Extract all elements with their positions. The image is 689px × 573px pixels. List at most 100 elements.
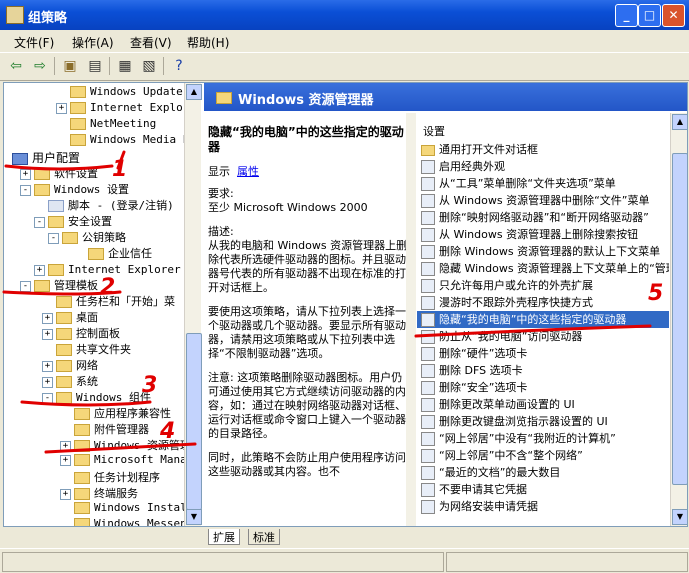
tree-item[interactable]: + Internet Explor — [56, 101, 184, 117]
folder-icon — [56, 328, 72, 340]
setting-item[interactable]: 删除“映射网络驱动器”和“断开网络驱动器” — [417, 209, 669, 226]
collapse-icon[interactable]: - — [20, 280, 31, 292]
setting-item[interactable]: 隐藏 Windows 资源管理器上下文菜单上的“管理” — [417, 260, 669, 277]
expand-icon[interactable]: + — [42, 312, 53, 324]
menu-help[interactable]: 帮助(H) — [187, 34, 229, 51]
tree-item[interactable]: Windows Install — [74, 501, 184, 517]
setting-item[interactable]: 删除 Windows 资源管理器的默认上下文菜单 — [417, 243, 669, 260]
collapse-icon[interactable]: - — [48, 232, 59, 244]
setting-item-selected[interactable]: 隐藏“我的电脑”中的这些指定的驱动器 — [417, 311, 669, 328]
setting-item[interactable]: 删除更改菜单动画设置的 UI — [417, 396, 669, 413]
tab-extended[interactable]: 扩展 — [208, 529, 240, 545]
tab-standard[interactable]: 标准 — [248, 529, 280, 545]
tree-scrollbar[interactable]: ▲ ▼ — [184, 83, 202, 526]
tree-item[interactable]: - 公钥策略 — [48, 229, 126, 245]
expand-icon[interactable]: + — [20, 168, 31, 180]
tree-item[interactable]: + 软件设置 — [20, 165, 98, 181]
tree-item[interactable]: 附件管理器 — [74, 421, 149, 437]
expand-icon[interactable]: + — [60, 488, 71, 500]
expand-icon[interactable]: + — [34, 264, 45, 276]
expand-icon[interactable]: + — [42, 328, 53, 340]
settings-column-header[interactable]: 设置 — [417, 123, 669, 139]
setting-item[interactable]: 启用经典外观 — [417, 158, 669, 175]
collapse-icon[interactable]: - — [34, 216, 45, 228]
properties-icon[interactable]: ▦ — [115, 56, 135, 76]
folder-icon — [70, 86, 86, 98]
settings-scroll-track[interactable]: ▲ ▼ — [671, 113, 688, 526]
scroll-down-arrow-icon[interactable]: ▼ — [672, 509, 688, 525]
tree-item[interactable]: + Microsoft Manag — [60, 453, 184, 469]
tree-item[interactable]: Windows Messeng — [74, 517, 184, 526]
expand-icon[interactable]: + — [60, 454, 71, 466]
setting-item[interactable]: 删除“安全”选项卡 — [417, 379, 669, 396]
tree-item[interactable]: 用户配置 — [12, 149, 80, 165]
tree-item[interactable]: - Windows 组件 — [42, 389, 151, 405]
setting-item[interactable]: 删除 DFS 选项卡 — [417, 362, 669, 379]
collapse-icon[interactable]: - — [42, 392, 53, 404]
setting-item[interactable]: 从“工具”菜单删除“文件夹选项”菜单 — [417, 175, 669, 192]
tree-item[interactable]: - 安全设置 — [34, 213, 112, 229]
setting-item[interactable]: 删除“硬件”选项卡 — [417, 345, 669, 362]
expand-icon[interactable]: + — [56, 102, 67, 114]
tree-item[interactable]: 任务计划程序 — [74, 469, 160, 485]
menu-view[interactable]: 查看(V) — [130, 34, 172, 51]
tree-item[interactable]: 应用程序兼容性 — [74, 405, 171, 421]
up-folder-icon[interactable]: ▣ — [60, 56, 80, 76]
scroll-down-arrow-icon[interactable]: ▼ — [186, 509, 202, 525]
back-arrow-icon[interactable]: ⇦ — [6, 56, 26, 76]
tree-item-label: 管理模板 — [54, 279, 98, 292]
menu-action[interactable]: 操作(A) — [72, 34, 114, 51]
tree-item[interactable]: - 管理模板 — [20, 277, 98, 293]
setting-item[interactable]: “最近的文档”的最大数目 — [417, 464, 669, 481]
description-scrollbar[interactable] — [406, 113, 416, 526]
close-button[interactable]: ✕ — [662, 4, 685, 27]
menu-file[interactable]: 文件(F) — [14, 34, 54, 51]
tree-item[interactable]: + 系统 — [42, 373, 98, 389]
show-hide-tree-icon[interactable]: ▤ — [85, 56, 105, 76]
tree-item[interactable]: + Internet Explorer 维 — [34, 261, 184, 277]
tree-item[interactable]: Windows Media Pl — [70, 133, 184, 149]
tree-scroll-thumb[interactable] — [186, 333, 202, 510]
setting-item[interactable]: 删除更改键盘浏览指示器设置的 UI — [417, 413, 669, 430]
tree-item[interactable]: 共享文件夹 — [56, 341, 131, 357]
tree-item[interactable]: - Windows 设置 — [20, 181, 129, 197]
tree-item[interactable]: 企业信任 — [88, 245, 152, 261]
tree-item[interactable]: + 控制面板 — [42, 325, 120, 341]
help-icon[interactable]: ? — [169, 56, 189, 76]
setting-item[interactable]: 从 Windows 资源管理器上删除搜索按钮 — [417, 226, 669, 243]
tree-item[interactable]: + Windows 资源管理 — [60, 437, 184, 453]
properties-link[interactable]: 属性 — [237, 165, 259, 178]
setting-item[interactable]: “网上邻居”中不含“整个网络” — [417, 447, 669, 464]
forward-arrow-icon[interactable]: ⇨ — [30, 56, 50, 76]
tree-item[interactable]: Windows Update — [70, 85, 183, 101]
tree-item[interactable]: + 终端服务 — [60, 485, 138, 501]
expand-icon[interactable]: + — [42, 376, 53, 388]
setting-item[interactable]: 防止从“我的电脑”访问驱动器 — [417, 328, 669, 345]
tree-item[interactable]: + 桌面 — [42, 309, 98, 325]
maximize-button[interactable]: □ — [638, 4, 661, 27]
scroll-up-arrow-icon[interactable]: ▲ — [186, 84, 202, 100]
policy-setting-icon — [421, 211, 435, 225]
setting-item[interactable]: “网上邻居”中没有“我附近的计算机” — [417, 430, 669, 447]
tree-item-label: Windows Media Pl — [90, 133, 184, 146]
setting-item[interactable]: 为网络安装申请凭据 — [417, 498, 669, 515]
setting-item[interactable]: 从 Windows 资源管理器中删除“文件”菜单 — [417, 192, 669, 209]
description-label: 描述: — [208, 225, 234, 238]
expand-icon[interactable]: + — [60, 440, 71, 452]
export-list-icon[interactable]: ▧ — [139, 56, 159, 76]
collapse-icon[interactable]: - — [20, 184, 31, 196]
setting-item[interactable]: 通用打开文件对话框 — [417, 141, 669, 158]
settings-scrollbar[interactable]: ▲ ▼ — [670, 113, 688, 526]
tree-item-label: 终端服务 — [94, 487, 138, 500]
setting-item[interactable]: 漫游时不跟踪外壳程序快捷方式 — [417, 294, 669, 311]
tree-item[interactable]: 脚本 - (登录/注销) — [48, 197, 174, 213]
setting-item[interactable]: 不要申请其它凭据 — [417, 481, 669, 498]
expand-icon[interactable]: + — [42, 360, 53, 372]
minimize-button[interactable]: _ — [615, 4, 638, 27]
tree-item[interactable]: + 网络 — [42, 357, 98, 373]
setting-item[interactable]: 只允许每用户或允许的外壳扩展 — [417, 277, 669, 294]
scroll-up-arrow-icon[interactable]: ▲ — [672, 114, 688, 130]
settings-scroll-thumb[interactable] — [672, 153, 688, 485]
tree-item[interactable]: NetMeeting — [70, 117, 156, 133]
tree-item[interactable]: 任务栏和「开始」菜 — [56, 293, 175, 309]
